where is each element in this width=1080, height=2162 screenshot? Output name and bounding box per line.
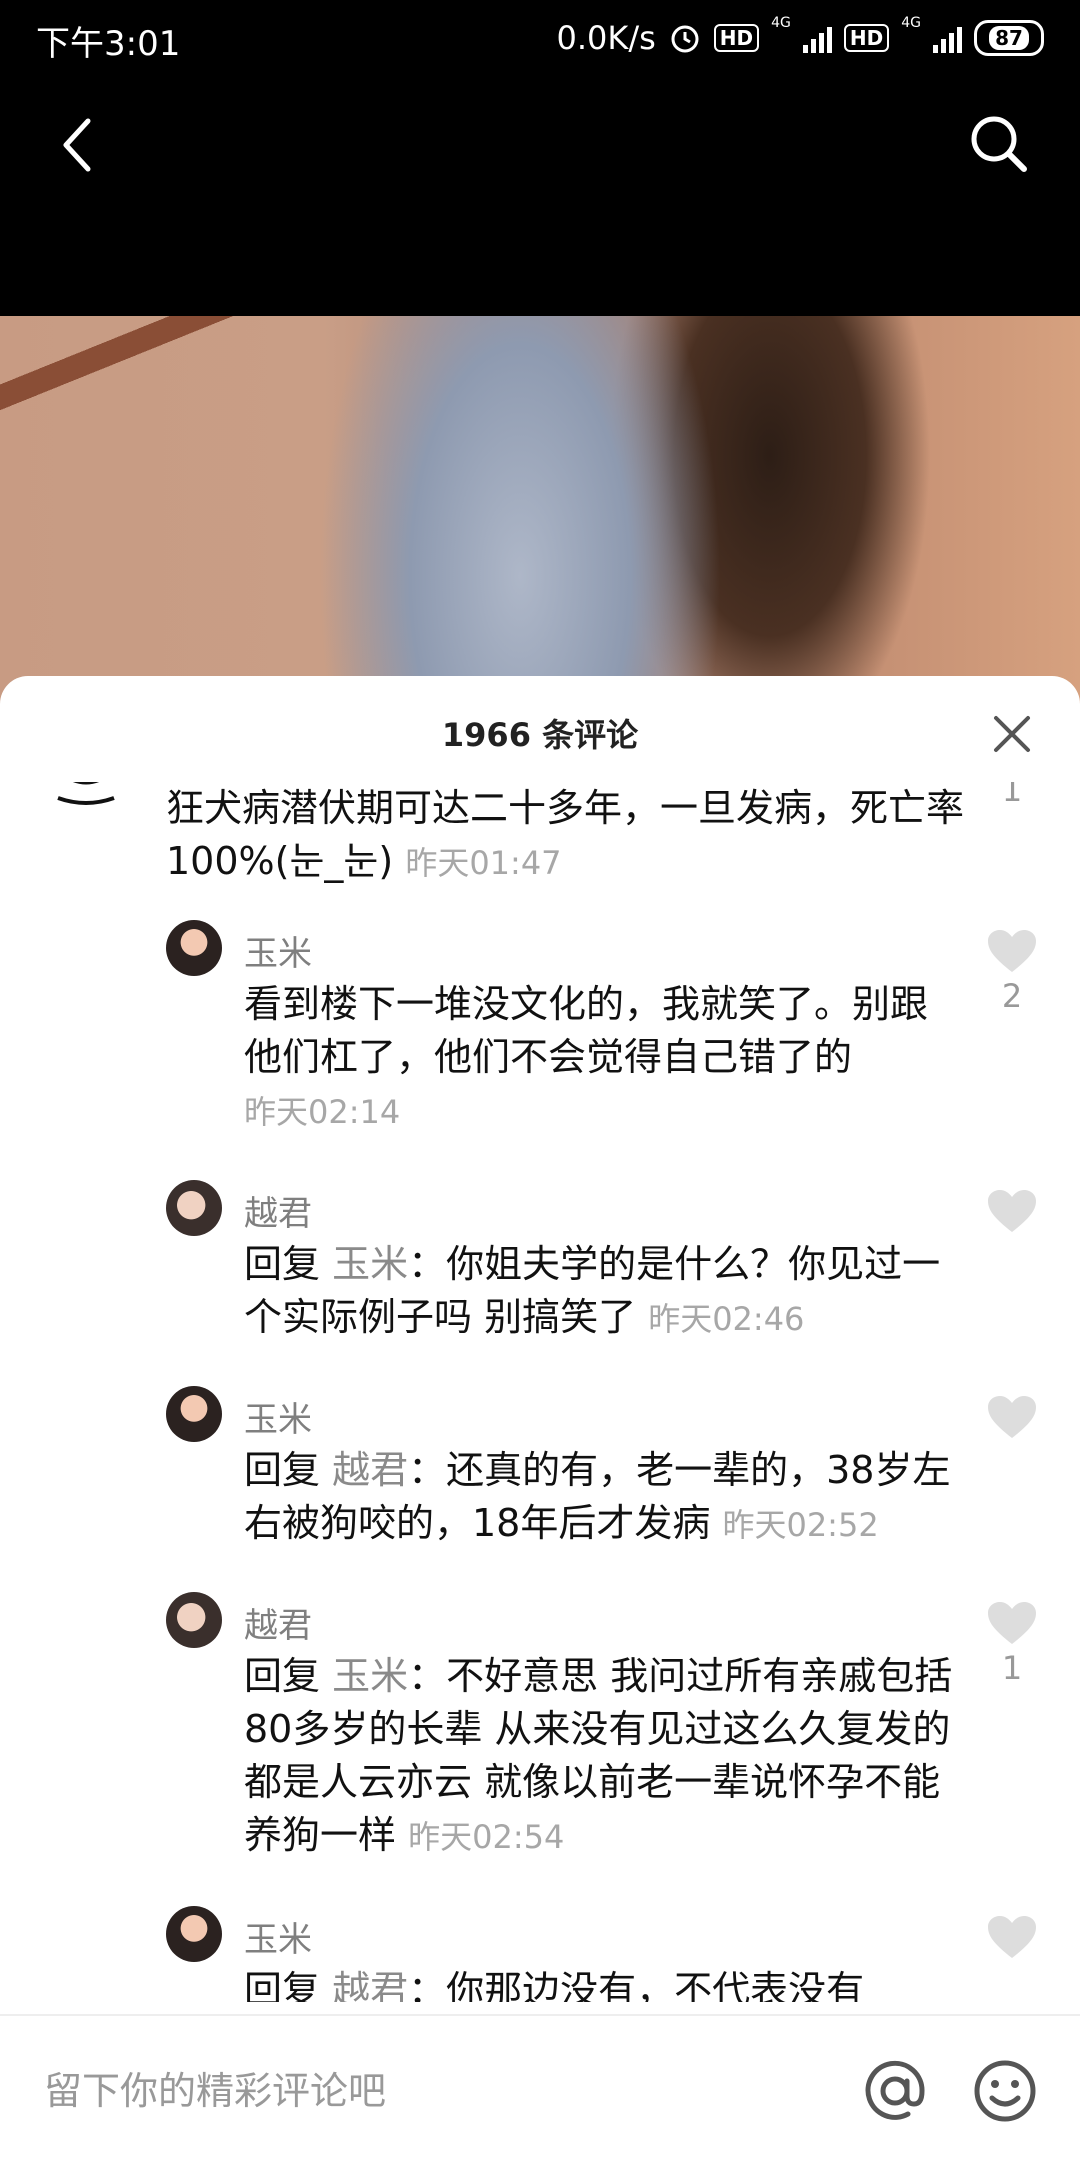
emoji-icon[interactable] xyxy=(970,2056,1040,2126)
like-count: 1 xyxy=(1001,782,1023,809)
reply-item: 玉米 回复 越君：还真的有，老一辈的，38岁左右被狗咬的，18年后才发病 昨天0… xyxy=(0,1386,1080,1566)
heart-icon xyxy=(988,1396,1036,1438)
at-icon[interactable] xyxy=(860,2056,930,2126)
net-type-label: 4G xyxy=(771,15,791,31)
like-button[interactable]: 1 xyxy=(980,1600,1044,1686)
username[interactable]: 越君 xyxy=(244,1186,312,1235)
comment-time: 昨天02:54 xyxy=(408,1818,565,1856)
status-bar: 下午3:01 0.0K/s HD 4G HD 4G 87 xyxy=(0,0,1080,80)
avatar[interactable] xyxy=(166,920,222,976)
comment-time: 昨天02:46 xyxy=(648,1300,805,1338)
battery-level: 87 xyxy=(989,26,1029,50)
video-player[interactable] xyxy=(0,316,1080,736)
signal-icon xyxy=(802,23,832,53)
reply-to-user[interactable]: 玉米 xyxy=(332,1242,408,1286)
reply-item: 越君 回复 玉米：你姐夫学的是什么？你见过一个实际例子吗 别搞笑了 昨天02:4… xyxy=(0,1180,1080,1360)
avatar[interactable] xyxy=(166,1386,222,1442)
like-button[interactable]: 1 xyxy=(980,782,1044,808)
reply-to-user[interactable]: 越君 xyxy=(332,1968,408,2002)
comments-count-title: 1966 条评论 xyxy=(441,716,639,754)
avatar-emoji-icon xyxy=(57,782,115,805)
back-icon[interactable] xyxy=(40,105,120,185)
heart-icon xyxy=(988,1916,1036,1958)
reply-item: 玉米 看到楼下一堆没文化的，我就笑了。别跟他们杠了，他们不会觉得自己错了的 昨天0… xyxy=(0,920,1080,1150)
top-bar xyxy=(0,80,1080,316)
alarm-icon xyxy=(671,25,699,53)
network-speed: 0.0K/s xyxy=(556,19,656,57)
heart-icon xyxy=(988,1602,1036,1644)
heart-icon xyxy=(988,930,1036,972)
comment-text: 回复 玉米：你姐夫学的是什么？你见过一个实际例子吗 别搞笑了 昨天02:46 xyxy=(244,1242,941,1339)
comment-text: 回复 玉米：不好意思 我问过所有亲戚包括80多岁的长辈 从来没有见过这么久复发的… xyxy=(244,1654,953,1857)
signal-icon-2 xyxy=(933,23,962,53)
comment-text: 狂犬病潜伏期可达二十多年，一旦发病，死亡率100%(눈_눈) 昨天01:47 xyxy=(166,786,965,883)
reply-to-user[interactable]: 玉米 xyxy=(332,1654,408,1698)
reply-item: 玉米 回复 越君：你那边没有，不代表没有 xyxy=(0,1906,1080,2002)
comment-input[interactable]: 留下你的精彩评论吧 xyxy=(44,2060,386,2115)
hd-badge: HD xyxy=(713,24,760,52)
hd-badge-2: HD xyxy=(843,24,890,52)
like-button[interactable] xyxy=(980,1394,1044,1444)
comment-item: 狂犬病潜伏期可达二十多年，一旦发病，死亡率100%(눈_눈) 昨天01:47 1 xyxy=(0,782,1080,892)
close-icon[interactable] xyxy=(984,706,1040,762)
username[interactable]: 玉米 xyxy=(244,1392,312,1441)
reply-item: 越君 回复 玉米：不好意思 我问过所有亲戚包括80多岁的长辈 从来没有见过这么久… xyxy=(0,1592,1080,1882)
reply-to-user[interactable]: 越君 xyxy=(332,1448,408,1492)
like-button[interactable]: 2 xyxy=(980,928,1044,1014)
heart-icon xyxy=(988,1190,1036,1232)
username[interactable]: 越君 xyxy=(244,1598,312,1647)
avatar[interactable] xyxy=(166,1592,222,1648)
status-icons: 0.0K/s HD 4G HD 4G 87 xyxy=(556,16,1044,60)
comment-list[interactable]: 狂犬病潜伏期可达二十多年，一旦发病，死亡率100%(눈_눈) 昨天01:47 1… xyxy=(0,782,1080,2002)
comment-time: 昨天02:52 xyxy=(722,1506,879,1544)
like-button[interactable] xyxy=(980,1188,1044,1238)
username[interactable]: 玉米 xyxy=(244,1912,312,1961)
like-button[interactable] xyxy=(980,1914,1044,1964)
like-count: 1 xyxy=(1001,1649,1023,1687)
search-icon[interactable] xyxy=(960,105,1040,185)
status-time: 下午3:01 xyxy=(36,24,181,64)
like-count: 2 xyxy=(1001,977,1023,1015)
comment-time: 昨天02:14 xyxy=(244,1093,401,1131)
battery-icon: 87 xyxy=(974,20,1044,56)
username[interactable]: 玉米 xyxy=(244,926,312,975)
comments-sheet: 1966 条评论 狂犬病潜伏期可达二十多年，一旦发病，死亡率100%(눈_눈) … xyxy=(0,676,1080,2160)
comment-time: 昨天01:47 xyxy=(405,844,562,882)
comment-input-bar: 留下你的精彩评论吧 xyxy=(0,2014,1080,2162)
avatar[interactable] xyxy=(166,1180,222,1236)
net-type-label-2: 4G xyxy=(901,15,921,31)
comment-text: 回复 越君：你那边没有，不代表没有 xyxy=(244,1964,964,2002)
comment-text: 看到楼下一堆没文化的，我就笑了。别跟他们杠了，他们不会觉得自己错了的 昨天02:1… xyxy=(244,982,929,1131)
avatar[interactable] xyxy=(166,1906,222,1962)
comment-text: 回复 越君：还真的有，老一辈的，38岁左右被狗咬的，18年后才发病 昨天02:5… xyxy=(244,1448,951,1545)
